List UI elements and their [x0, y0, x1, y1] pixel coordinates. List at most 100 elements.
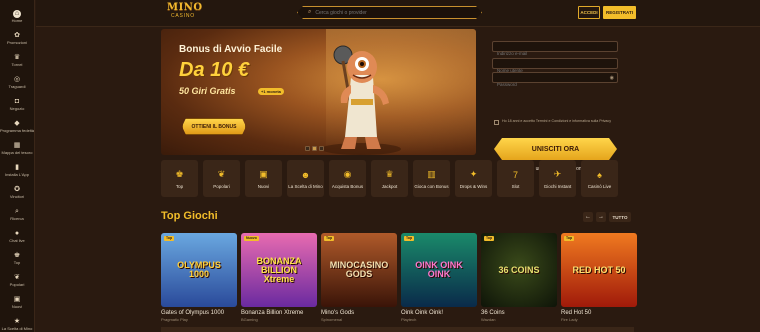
category-tile[interactable]: 7 Slot: [497, 160, 534, 197]
sidebar-item-label: Top: [13, 260, 21, 265]
banner-title: Bonus di Avvio Facile: [179, 44, 283, 55]
sidebar-item-label: Negozio: [9, 106, 25, 111]
pagination-dot[interactable]: [305, 146, 310, 151]
next-arrow-icon[interactable]: →: [596, 212, 606, 222]
game-art-title: RED HOT 50: [572, 264, 626, 275]
sidebar-item[interactable]: ♚ Top: [0, 251, 34, 270]
cyclops-mascot-image: [321, 45, 401, 155]
sidebar-item[interactable]: ◎ Traguardi: [0, 75, 34, 94]
signup-form: ◉ Ho 18 anni e accetto Termini e Condizi…: [481, 29, 635, 172]
game-name: Gates of Olympus 1000: [161, 310, 225, 316]
login-button[interactable]: ACCEDI: [578, 6, 600, 19]
category-tile[interactable]: ✦ Drops & Wins: [455, 160, 492, 197]
sidebar-item-label: La Scelta di Mino: [1, 326, 33, 331]
sidebar-item[interactable]: ★ La Scelta di Mino: [0, 317, 34, 332]
sidebar-item[interactable]: ♛ Tornei: [0, 53, 34, 72]
category-tile[interactable]: ♛ Jackpot: [371, 160, 408, 197]
game-provider: Wazdan: [481, 317, 496, 322]
sidebar-item[interactable]: ▦ Mappa del tesoro: [0, 141, 34, 160]
home-icon: ⌂: [13, 10, 21, 18]
pagination-dot-active[interactable]: [312, 146, 317, 151]
category-tile[interactable]: ✈ Giochi Instant: [539, 160, 576, 197]
category-label: Gioca con Bonus: [414, 184, 449, 189]
new-icon: ▣: [259, 169, 268, 179]
game-card[interactable]: Top 36 COINS 36 Coins Wazdan: [481, 233, 557, 322]
crown-icon: ♚: [13, 252, 21, 259]
category-label: Popolari: [213, 184, 230, 189]
game-card[interactable]: Nuovo BONANZA BILLION Xtreme Bonanza Billi…: [241, 233, 317, 322]
sidebar-item-label: Installa L'App: [5, 172, 29, 177]
sidebar-item[interactable]: ◘ Negozio: [0, 97, 34, 116]
get-bonus-button[interactable]: OTTIENI IL BONUS: [182, 118, 246, 135]
game-name: Red Hot 50: [561, 310, 592, 316]
register-button[interactable]: REGISTRATI: [603, 6, 636, 19]
game-tag-badge: Nuovo: [244, 236, 259, 241]
pagination-dot[interactable]: [319, 146, 324, 151]
mino-icon: ☻: [300, 169, 311, 180]
category-tile[interactable]: ♚ Top: [161, 160, 198, 197]
prev-arrow-icon[interactable]: ←: [583, 212, 593, 222]
search-input[interactable]: [315, 10, 465, 16]
top-games-title: Top Giochi: [161, 210, 218, 222]
search-bar[interactable]: ⌕: [297, 6, 482, 19]
game-card[interactable]: Top RED HOT 50 Red Hot 50 Fire Lady: [561, 233, 637, 322]
game-card[interactable]: Top OINK OINK OINK Oink Oink Oink! Playtech: [401, 233, 477, 322]
game-thumbnail[interactable]: Top MINOCASINO GODS: [321, 233, 397, 307]
phone-icon: ▮: [15, 164, 19, 171]
logo[interactable]: MINO CASINO: [167, 2, 202, 24]
promo-banner[interactable]: Bonus di Avvio Facile Da 10 € 50 Giri Gr…: [161, 29, 476, 155]
banner-amount: Da 10 €: [179, 59, 250, 81]
category-tile[interactable]: ☻ La Scelta di Mino: [287, 160, 324, 197]
category-tile[interactable]: ♠ Casinò Live: [581, 160, 618, 197]
medal-icon: ✪: [14, 186, 20, 193]
game-name: 36 Coins: [481, 310, 505, 316]
sidebar-item[interactable]: ⌕ Ricerca: [0, 207, 34, 226]
game-card[interactable]: Top MINOCASINO GODS Mino's Gods Spinomenal: [321, 233, 397, 322]
sidebar-item-label: Vincitori: [9, 194, 25, 199]
game-card[interactable]: Top OLYMPUS 1000 Gates of Olympus 1000 Prag…: [161, 233, 237, 322]
sidebar-item[interactable]: ✪ Vincitori: [0, 185, 34, 204]
game-thumbnail[interactable]: Top 36 COINS: [481, 233, 557, 307]
category-tile[interactable]: ▥ Gioca con Bonus: [413, 160, 450, 197]
sidebar-item[interactable]: ⌂ Home: [0, 9, 34, 28]
password-input[interactable]: [493, 80, 617, 89]
sidebar-item[interactable]: ● Chat live: [0, 229, 34, 248]
join-now-button[interactable]: UNISCITI ORA: [494, 138, 617, 160]
game-tag-badge: Top: [564, 236, 575, 241]
map-icon: ▦: [13, 142, 21, 149]
category-tile[interactable]: ▣ Nuovi: [245, 160, 282, 197]
category-label: Acquista Bonus: [331, 184, 364, 189]
trophy-icon: ♛: [385, 169, 394, 179]
sidebar-item-label: Chat live: [9, 238, 25, 243]
email-input[interactable]: [493, 49, 617, 58]
game-thumbnail[interactable]: Top OINK OINK OINK: [401, 233, 477, 307]
username-field[interactable]: [492, 58, 618, 75]
sidebar-item[interactable]: ✿ Promozioni: [0, 31, 34, 50]
sidebar-item[interactable]: ◆ Programma fedeltà: [0, 119, 34, 138]
game-art-title: MINOCASINO GODS: [329, 260, 389, 279]
terms-checkbox[interactable]: [494, 120, 499, 125]
password-field[interactable]: ◉: [492, 72, 618, 89]
sidebar-item[interactable]: ▮ Installa L'App: [0, 163, 34, 182]
see-all-button[interactable]: TUTTO: [609, 212, 631, 222]
chat-icon: ●: [14, 230, 20, 237]
sidebar-item-label: Programma fedeltà: [0, 128, 35, 133]
category-tile[interactable]: ◉ Acquista Bonus: [329, 160, 366, 197]
category-label: Drops & Wins: [459, 184, 488, 189]
show-password-icon[interactable]: ◉: [610, 75, 614, 81]
game-thumbnail[interactable]: Top OLYMPUS 1000: [161, 233, 237, 307]
category-label: Jackpot: [381, 184, 398, 189]
game-tag-badge: Top: [484, 236, 495, 241]
category-bar: ♚ Top ❦ Popolari ▣ Nuovi ☻ La Scelta di Mino ◉ Ac…: [161, 160, 618, 197]
sidebar-item[interactable]: ▣ Nuovi: [0, 295, 34, 314]
diamond-icon: ◆: [14, 120, 20, 127]
game-provider: Pragmatic Play: [161, 317, 188, 322]
game-thumbnail[interactable]: Nuovo BONANZA BILLION Xtreme: [241, 233, 317, 307]
category-tile[interactable]: ❦ Popolari: [203, 160, 240, 197]
sidebar-item[interactable]: ❦ Popolari: [0, 273, 34, 292]
sidebar-item-label: Ricerca: [10, 216, 24, 221]
game-thumbnail[interactable]: Top RED HOT 50: [561, 233, 637, 307]
game-provider: BGaming: [241, 317, 258, 322]
email-field[interactable]: [492, 41, 618, 58]
sidebar-item-label: Tornei: [11, 62, 23, 67]
